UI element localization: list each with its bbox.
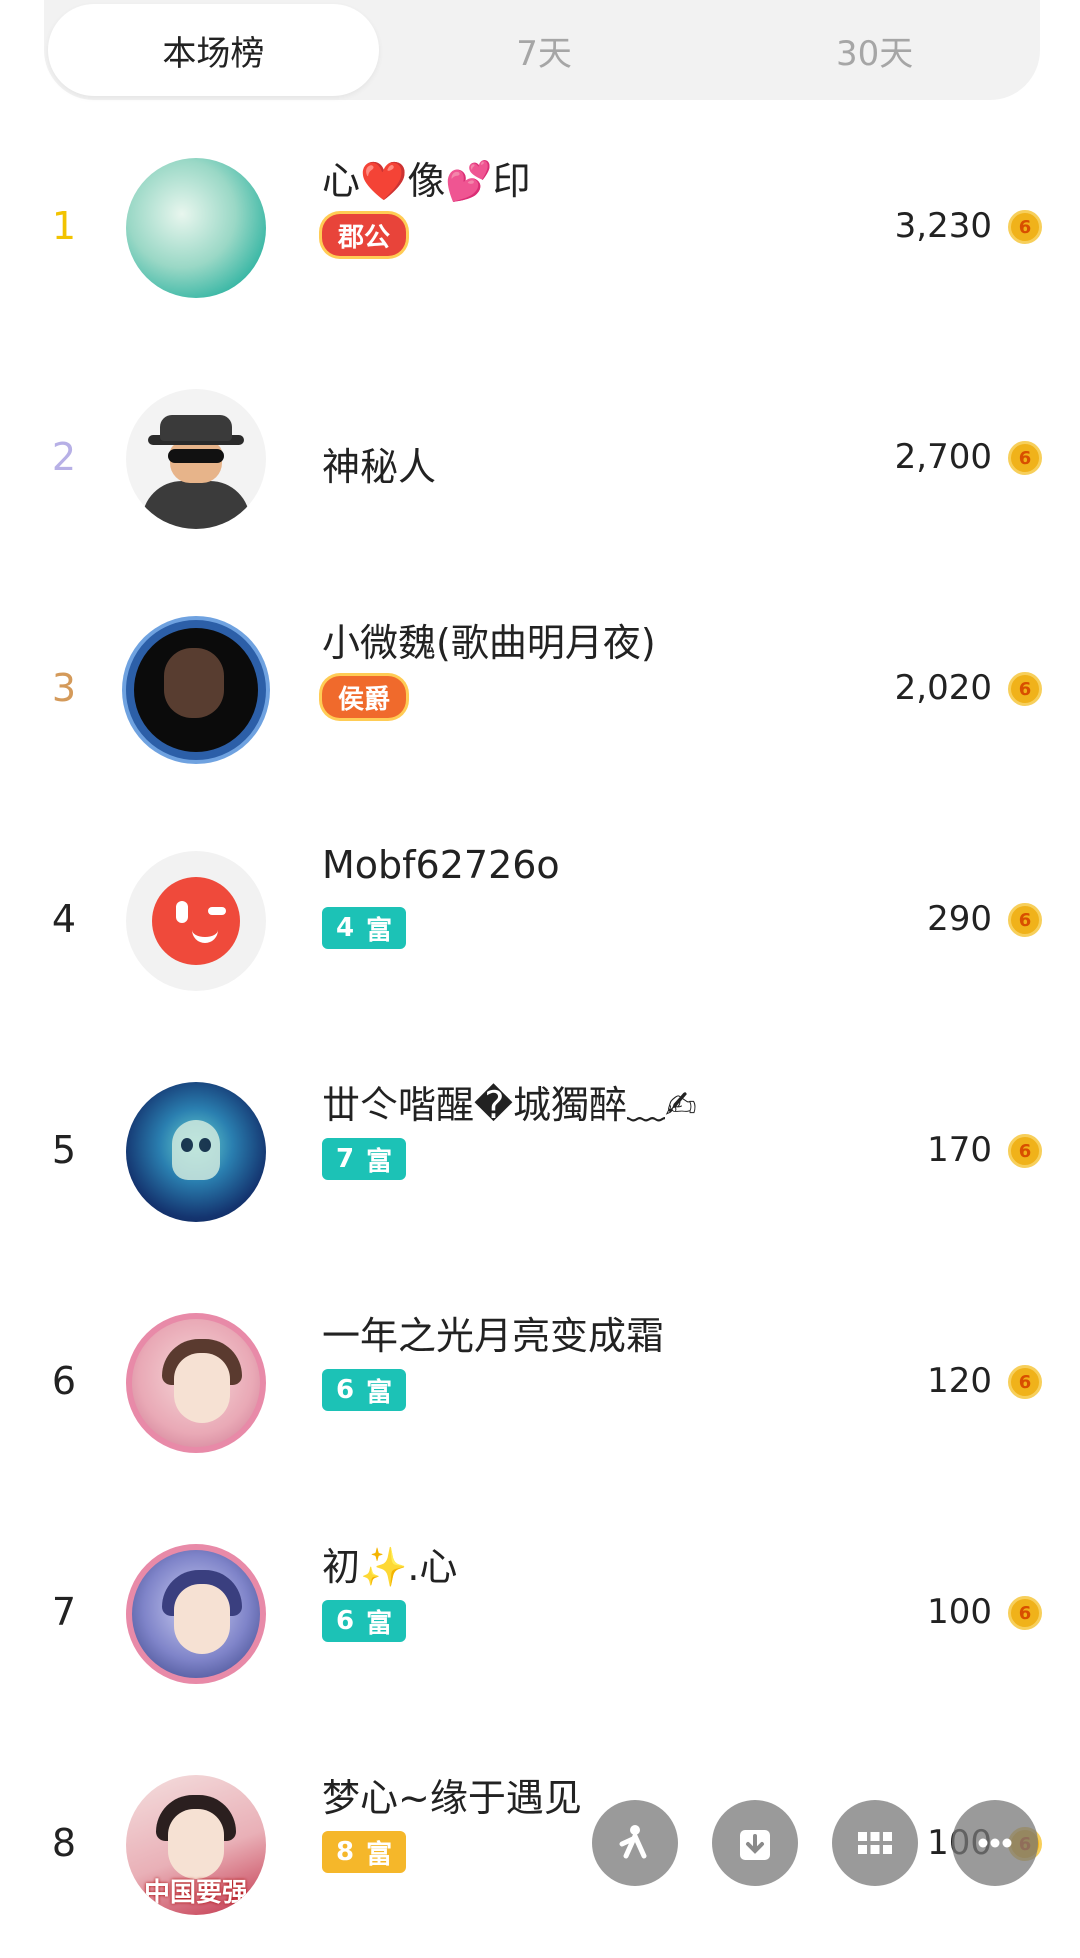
avatar[interactable] xyxy=(126,1313,266,1453)
user-name: 丗仒喈醒�城獨醉﹏✍ xyxy=(322,1083,697,1127)
avatar[interactable] xyxy=(126,620,266,760)
coin-icon: 6 xyxy=(1008,672,1042,706)
avatar[interactable] xyxy=(126,851,266,991)
avatar-caption: 中国要强 xyxy=(143,1878,248,1908)
list-item[interactable]: 3 小微魏(歌曲明月夜) 侯爵 2,020 6 xyxy=(0,572,1080,803)
contribution-amount: 100 xyxy=(927,1591,992,1632)
tab-this-session[interactable]: 本场榜 xyxy=(48,4,379,96)
user-name: Mobf62726o xyxy=(322,843,560,887)
rank-number: 8 xyxy=(51,1820,77,1865)
list-item[interactable]: 1 心❤️像💕印 郡公 3,230 6 xyxy=(0,110,1080,341)
grid-icon xyxy=(858,1832,892,1854)
coin-icon: 6 xyxy=(1008,210,1042,244)
tab-7-days[interactable]: 7天 xyxy=(379,4,710,96)
avatar[interactable] xyxy=(126,158,266,298)
coin-icon: 6 xyxy=(1008,1596,1042,1630)
user-name: 小微魏(歌曲明月夜) xyxy=(322,621,656,665)
avatar[interactable] xyxy=(126,389,266,529)
user-name: 心❤️像💕印 xyxy=(322,159,531,203)
rank-number: 2 xyxy=(51,434,77,479)
wink-face-icon xyxy=(152,877,240,965)
grid-button[interactable] xyxy=(832,1800,918,1886)
rank-number: 4 xyxy=(51,896,77,941)
wealth-level-badge: 4富 xyxy=(322,907,407,949)
contribution-amount: 2,700 xyxy=(894,436,992,477)
contribution-amount: 2,020 xyxy=(894,667,992,708)
tab-30-days[interactable]: 30天 xyxy=(709,4,1040,96)
mystery-person-icon xyxy=(142,481,250,529)
contribution-amount: 120 xyxy=(927,1360,992,1401)
user-name: 一年之光月亮变成霜 xyxy=(322,1314,665,1358)
user-name: 初✨.心 xyxy=(322,1545,458,1589)
coin-icon: 6 xyxy=(1008,1365,1042,1399)
wealth-level-badge: 8富 xyxy=(322,1831,407,1873)
avatar[interactable] xyxy=(126,1544,266,1684)
list-item[interactable]: 7 初✨.心 6富 100 6 xyxy=(0,1496,1080,1727)
avatar[interactable]: 中国要强 xyxy=(126,1775,266,1915)
sparkle-button[interactable] xyxy=(592,1800,678,1886)
contribution-amount: 290 xyxy=(927,898,992,939)
coin-icon: 6 xyxy=(1008,441,1042,475)
noble-title-badge: 郡公 xyxy=(322,214,407,256)
download-icon xyxy=(740,1830,770,1860)
contribution-amount: 170 xyxy=(927,1129,992,1170)
list-item[interactable]: 4 Mobf62726o 4富 290 6 xyxy=(0,803,1080,1034)
contribution-amount: 3,230 xyxy=(894,205,992,246)
range-tabs: 本场榜 7天 30天 xyxy=(44,0,1040,100)
noble-title-badge: 侯爵 xyxy=(322,676,407,718)
wealth-level-badge: 6富 xyxy=(322,1369,407,1411)
wealth-level-badge: 7富 xyxy=(322,1138,407,1180)
rank-number: 6 xyxy=(51,1358,77,1403)
list-item[interactable]: 8 中国要强 梦心~缘于遇见 8富 100 6 xyxy=(0,1727,1080,1958)
wealth-level-badge: 6富 xyxy=(322,1600,407,1642)
user-name: 神秘人 xyxy=(322,445,437,489)
more-button[interactable] xyxy=(952,1800,1038,1886)
coin-icon: 6 xyxy=(1008,903,1042,937)
rank-number: 3 xyxy=(51,665,77,710)
ranking-list: 1 心❤️像💕印 郡公 3,230 6 2 神秘人 2,700 6 3 小微魏(… xyxy=(0,110,1080,1958)
download-button[interactable] xyxy=(712,1800,798,1886)
sparkle-icon xyxy=(619,1825,647,1859)
skull-icon xyxy=(172,1120,220,1180)
rank-number: 5 xyxy=(51,1127,77,1172)
list-item[interactable]: 5 丗仒喈醒�城獨醉﹏✍ 7富 170 6 xyxy=(0,1034,1080,1265)
coin-icon: 6 xyxy=(1008,1134,1042,1168)
list-item[interactable]: 6 一年之光月亮变成霜 6富 120 6 xyxy=(0,1265,1080,1496)
rank-number: 1 xyxy=(51,203,77,248)
user-name: 梦心~缘于遇见 xyxy=(322,1776,582,1820)
rank-number: 7 xyxy=(51,1589,77,1634)
list-item[interactable]: 2 神秘人 2,700 6 xyxy=(0,341,1080,572)
more-icon xyxy=(978,1838,1012,1848)
avatar[interactable] xyxy=(126,1082,266,1222)
